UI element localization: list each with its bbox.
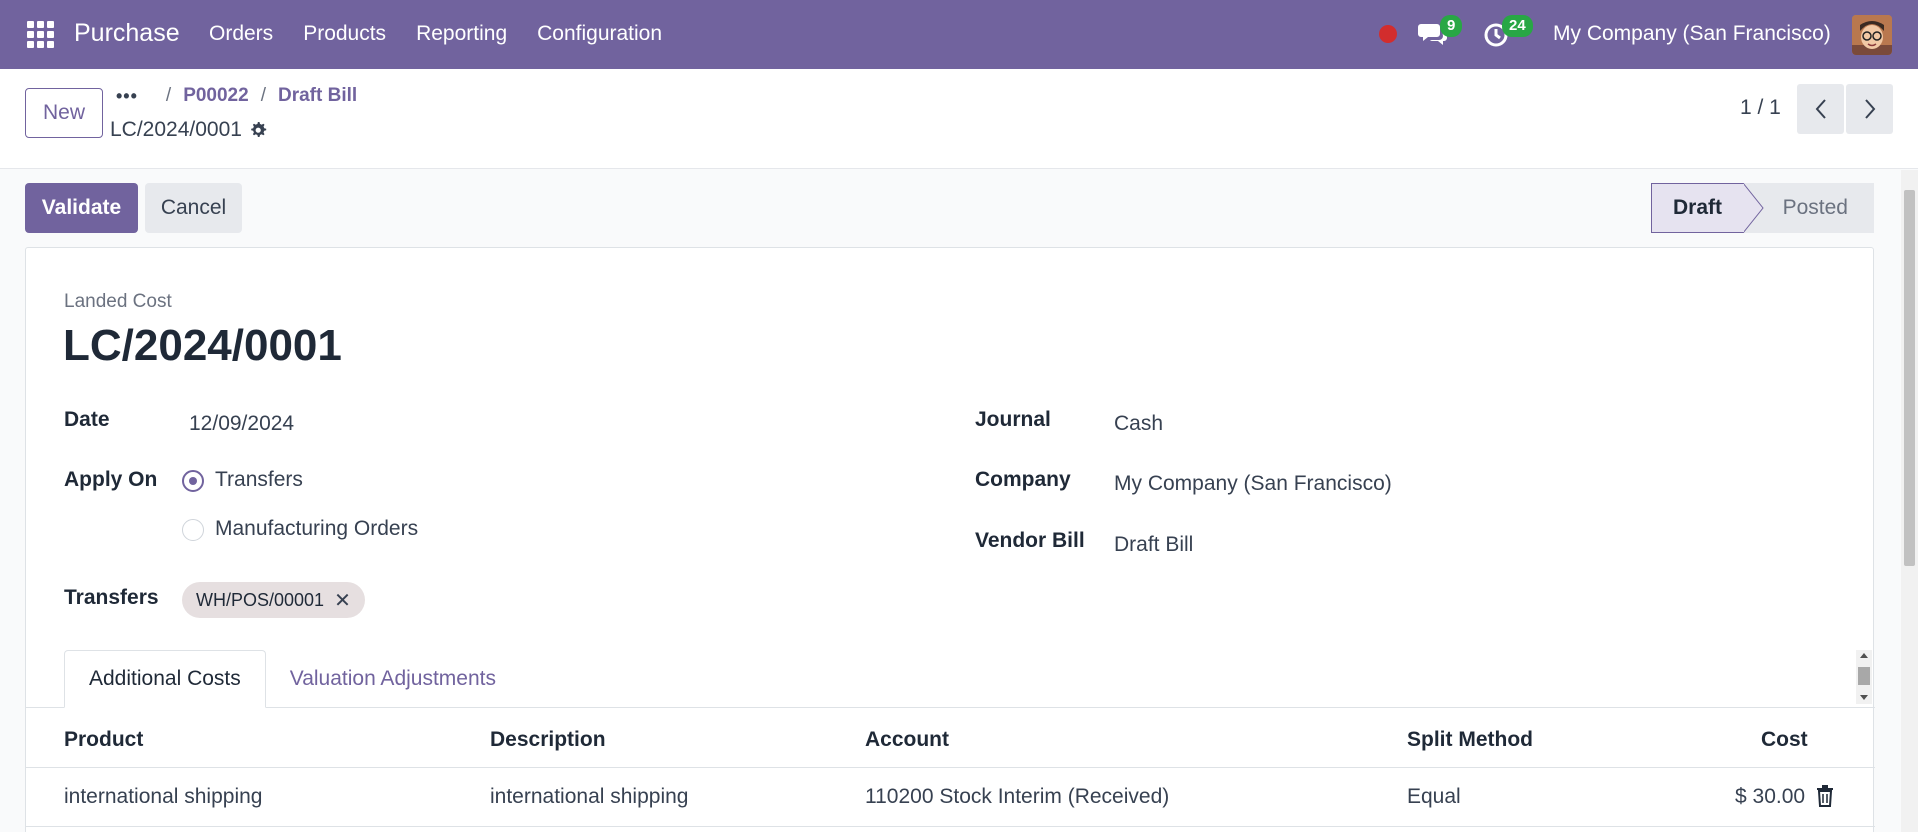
- column-header-account[interactable]: Account: [865, 728, 949, 752]
- apply-on-transfers-label[interactable]: Transfers: [215, 468, 303, 492]
- journal-field[interactable]: Cash: [1114, 412, 1163, 436]
- column-header-description[interactable]: Description: [490, 728, 606, 752]
- company-label: Company: [975, 468, 1071, 491]
- date-field[interactable]: 12/09/2024: [189, 412, 294, 436]
- column-header-product[interactable]: Product: [64, 728, 143, 752]
- date-label: Date: [64, 408, 110, 431]
- transfer-tag: WH/POS/00001 ✕: [182, 582, 365, 618]
- transfer-tag-label: WH/POS/00001: [196, 589, 325, 610]
- gear-icon[interactable]: [248, 120, 268, 140]
- company-switcher[interactable]: My Company (San Francisco): [1553, 22, 1831, 46]
- breadcrumb-separator: /: [165, 85, 172, 106]
- vendor-bill-label: Vendor Bill: [975, 529, 1085, 552]
- menu-products[interactable]: Products: [303, 22, 386, 46]
- control-panel: New ••• / P00022 / Draft Bill LC/2024/00…: [0, 69, 1918, 169]
- apply-on-label: Apply On: [64, 468, 158, 491]
- notebook-tabs: Additional Costs Valuation Adjustments: [64, 650, 520, 708]
- tabs-scrollbar[interactable]: [1856, 650, 1872, 704]
- menu-reporting[interactable]: Reporting: [416, 22, 507, 46]
- apply-on-manufacturing-radio[interactable]: [182, 519, 204, 541]
- transfers-label: Transfers: [64, 586, 159, 609]
- new-button[interactable]: New: [25, 88, 103, 138]
- record-title: LC/2024/0001: [63, 321, 342, 370]
- recording-indicator-icon[interactable]: [1379, 25, 1397, 43]
- breadcrumb-draft-bill[interactable]: Draft Bill: [278, 85, 357, 107]
- cell-cost[interactable]: $ 30.00: [1735, 785, 1805, 809]
- main-menu: Orders Products Reporting Configuration: [209, 22, 692, 46]
- chevron-left-icon: [1815, 99, 1826, 119]
- pager-value[interactable]: 1 / 1: [1740, 96, 1781, 120]
- cell-description[interactable]: international shipping: [490, 785, 688, 809]
- pager-buttons: [1797, 84, 1893, 134]
- breadcrumb-purchase-order[interactable]: P00022: [183, 85, 249, 107]
- status-draft[interactable]: Draft: [1651, 183, 1743, 233]
- validate-button[interactable]: Validate: [25, 183, 138, 233]
- status-bar: Draft Posted: [1651, 183, 1874, 233]
- menu-orders[interactable]: Orders: [209, 22, 273, 46]
- chevron-right-icon: [1864, 99, 1875, 119]
- apps-grid-icon[interactable]: [27, 21, 54, 48]
- trash-icon[interactable]: [1816, 785, 1834, 807]
- chat-count-badge: 9: [1440, 15, 1463, 37]
- page-scrollbar-thumb[interactable]: [1904, 190, 1915, 566]
- remove-tag-icon[interactable]: ✕: [334, 588, 351, 613]
- cell-account[interactable]: 110200 Stock Interim (Received): [865, 785, 1169, 809]
- pager-next-button[interactable]: [1846, 84, 1893, 134]
- row-divider: [26, 826, 1875, 827]
- column-header-split-method[interactable]: Split Method: [1407, 728, 1533, 752]
- column-header-cost[interactable]: Cost: [1761, 728, 1808, 752]
- current-record-name: LC/2024/0001: [110, 118, 242, 141]
- record-type-label: Landed Cost: [64, 291, 172, 312]
- pager-previous-button[interactable]: [1797, 84, 1844, 134]
- header-divider: [26, 767, 1875, 768]
- breadcrumb-more-icon[interactable]: •••: [116, 86, 138, 107]
- status-arrow-shape: [1743, 183, 1764, 233]
- cancel-button[interactable]: Cancel: [145, 183, 242, 233]
- vendor-bill-field[interactable]: Draft Bill: [1114, 533, 1193, 557]
- form-sheet: Landed Cost LC/2024/0001 Date 12/09/2024…: [25, 247, 1875, 832]
- activity-count-badge: 24: [1502, 15, 1533, 37]
- apply-on-manufacturing-label[interactable]: Manufacturing Orders: [215, 517, 418, 541]
- current-record: LC/2024/0001: [110, 118, 268, 142]
- app-brand[interactable]: Purchase: [74, 19, 180, 48]
- menu-configuration[interactable]: Configuration: [537, 22, 662, 46]
- breadcrumb-separator: /: [260, 85, 266, 106]
- top-navbar: Purchase Orders Products Reporting Confi…: [0, 0, 1918, 69]
- breadcrumb: ••• / P00022 / Draft Bill: [116, 85, 357, 107]
- company-field[interactable]: My Company (San Francisco): [1114, 472, 1392, 496]
- tab-valuation-adjustments[interactable]: Valuation Adjustments: [266, 650, 520, 708]
- apply-on-transfers-radio[interactable]: [182, 470, 204, 492]
- cell-product[interactable]: international shipping: [64, 785, 262, 809]
- page-scrollbar[interactable]: [1901, 170, 1918, 832]
- user-avatar[interactable]: [1852, 15, 1892, 55]
- journal-label: Journal: [975, 408, 1051, 431]
- cell-split-method[interactable]: Equal: [1407, 785, 1461, 809]
- tab-additional-costs[interactable]: Additional Costs: [64, 650, 266, 708]
